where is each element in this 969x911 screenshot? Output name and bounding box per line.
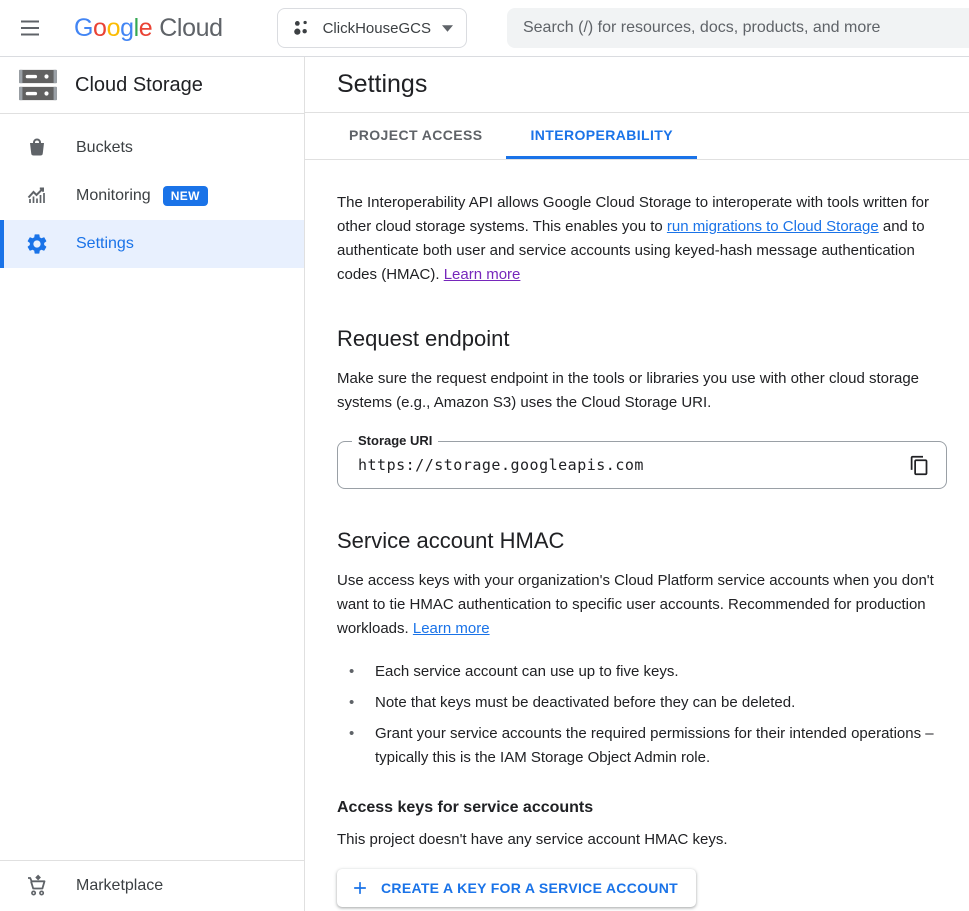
monitoring-chart-icon <box>25 184 49 208</box>
interoperability-panel: The Interoperability API allows Google C… <box>305 160 969 907</box>
request-endpoint-heading: Request endpoint <box>337 325 969 353</box>
access-keys-empty-text: This project doesn't have any service ac… <box>337 828 969 852</box>
sidebar-item-buckets[interactable]: Buckets <box>0 124 304 172</box>
sidebar: Cloud Storage Buckets <box>0 57 305 911</box>
copy-icon <box>909 455 930 476</box>
tab-project-access[interactable]: PROJECT ACCESS <box>325 113 506 159</box>
list-item: Each service account can use up to five … <box>337 660 967 684</box>
service-account-hmac-description: Use access keys with your organization's… <box>337 569 957 641</box>
page-header: Settings <box>305 57 969 113</box>
bucket-icon <box>25 136 49 160</box>
search-bar[interactable] <box>507 8 969 48</box>
google-cloud-logo[interactable]: Google Cloud <box>74 14 223 43</box>
sidebar-item-label: Monitoring <box>76 187 151 205</box>
run-migrations-link[interactable]: run migrations to Cloud Storage <box>667 218 879 235</box>
sidebar-item-label: Settings <box>76 235 134 253</box>
topbar: Google Cloud ClickHouseGCS <box>0 0 969 57</box>
sidebar-item-label: Marketplace <box>76 877 163 895</box>
sidebar-item-settings[interactable]: Settings <box>0 220 304 268</box>
google-cloud-console: Google Cloud ClickHouseGCS <box>0 0 969 911</box>
sidebar-footer: Marketplace <box>0 860 304 911</box>
access-keys-heading: Access keys for service accounts <box>337 799 969 817</box>
project-name: ClickHouseGCS <box>323 20 431 37</box>
tab-bar: PROJECT ACCESS INTEROPERABILITY <box>305 113 969 160</box>
main-content: Settings PROJECT ACCESS INTEROPERABILITY… <box>305 57 969 911</box>
interoperability-intro: The Interoperability API allows Google C… <box>337 191 957 287</box>
storage-uri-value[interactable] <box>358 456 902 474</box>
cloud-storage-icon <box>19 68 57 102</box>
request-endpoint-description: Make sure the request endpoint in the to… <box>337 367 957 415</box>
logo-cloud-text: Cloud <box>159 14 222 43</box>
menu-button[interactable] <box>6 4 54 52</box>
tab-interoperability[interactable]: INTEROPERABILITY <box>506 113 697 159</box>
list-item: Note that keys must be deactivated befor… <box>337 691 967 715</box>
service-account-hmac-heading: Service account HMAC <box>337 527 969 555</box>
project-dots-icon <box>290 17 312 39</box>
learn-more-link[interactable]: Learn more <box>413 620 490 637</box>
project-selector[interactable]: ClickHouseGCS <box>277 8 467 48</box>
sidebar-title: Cloud Storage <box>75 74 203 97</box>
search-input[interactable] <box>523 19 965 37</box>
copy-button[interactable] <box>902 448 936 482</box>
create-key-button[interactable]: CREATE A KEY FOR A SERVICE ACCOUNT <box>337 869 696 907</box>
list-item: Grant your service accounts the required… <box>337 722 967 770</box>
plus-icon <box>350 878 370 898</box>
sidebar-item-monitoring[interactable]: Monitoring NEW <box>0 172 304 220</box>
storage-uri-field: Storage URI <box>337 441 947 489</box>
hmac-bullet-list: Each service account can use up to five … <box>337 660 969 770</box>
sidebar-item-label: Buckets <box>76 139 133 157</box>
hamburger-icon <box>18 16 42 40</box>
storage-uri-label: Storage URI <box>352 433 438 448</box>
sidebar-nav: Buckets Monitoring NEW <box>0 114 304 268</box>
chevron-down-icon <box>442 25 453 32</box>
sidebar-header: Cloud Storage <box>0 57 304 114</box>
new-badge: NEW <box>163 186 208 206</box>
create-key-button-label: CREATE A KEY FOR A SERVICE ACCOUNT <box>381 880 678 896</box>
learn-more-link[interactable]: Learn more <box>444 266 521 283</box>
gear-icon <box>25 232 49 256</box>
marketplace-cart-icon <box>25 874 49 898</box>
logo-google-wordmark: Google <box>74 14 152 43</box>
sidebar-item-marketplace[interactable]: Marketplace <box>0 861 304 911</box>
page-title: Settings <box>337 70 427 99</box>
